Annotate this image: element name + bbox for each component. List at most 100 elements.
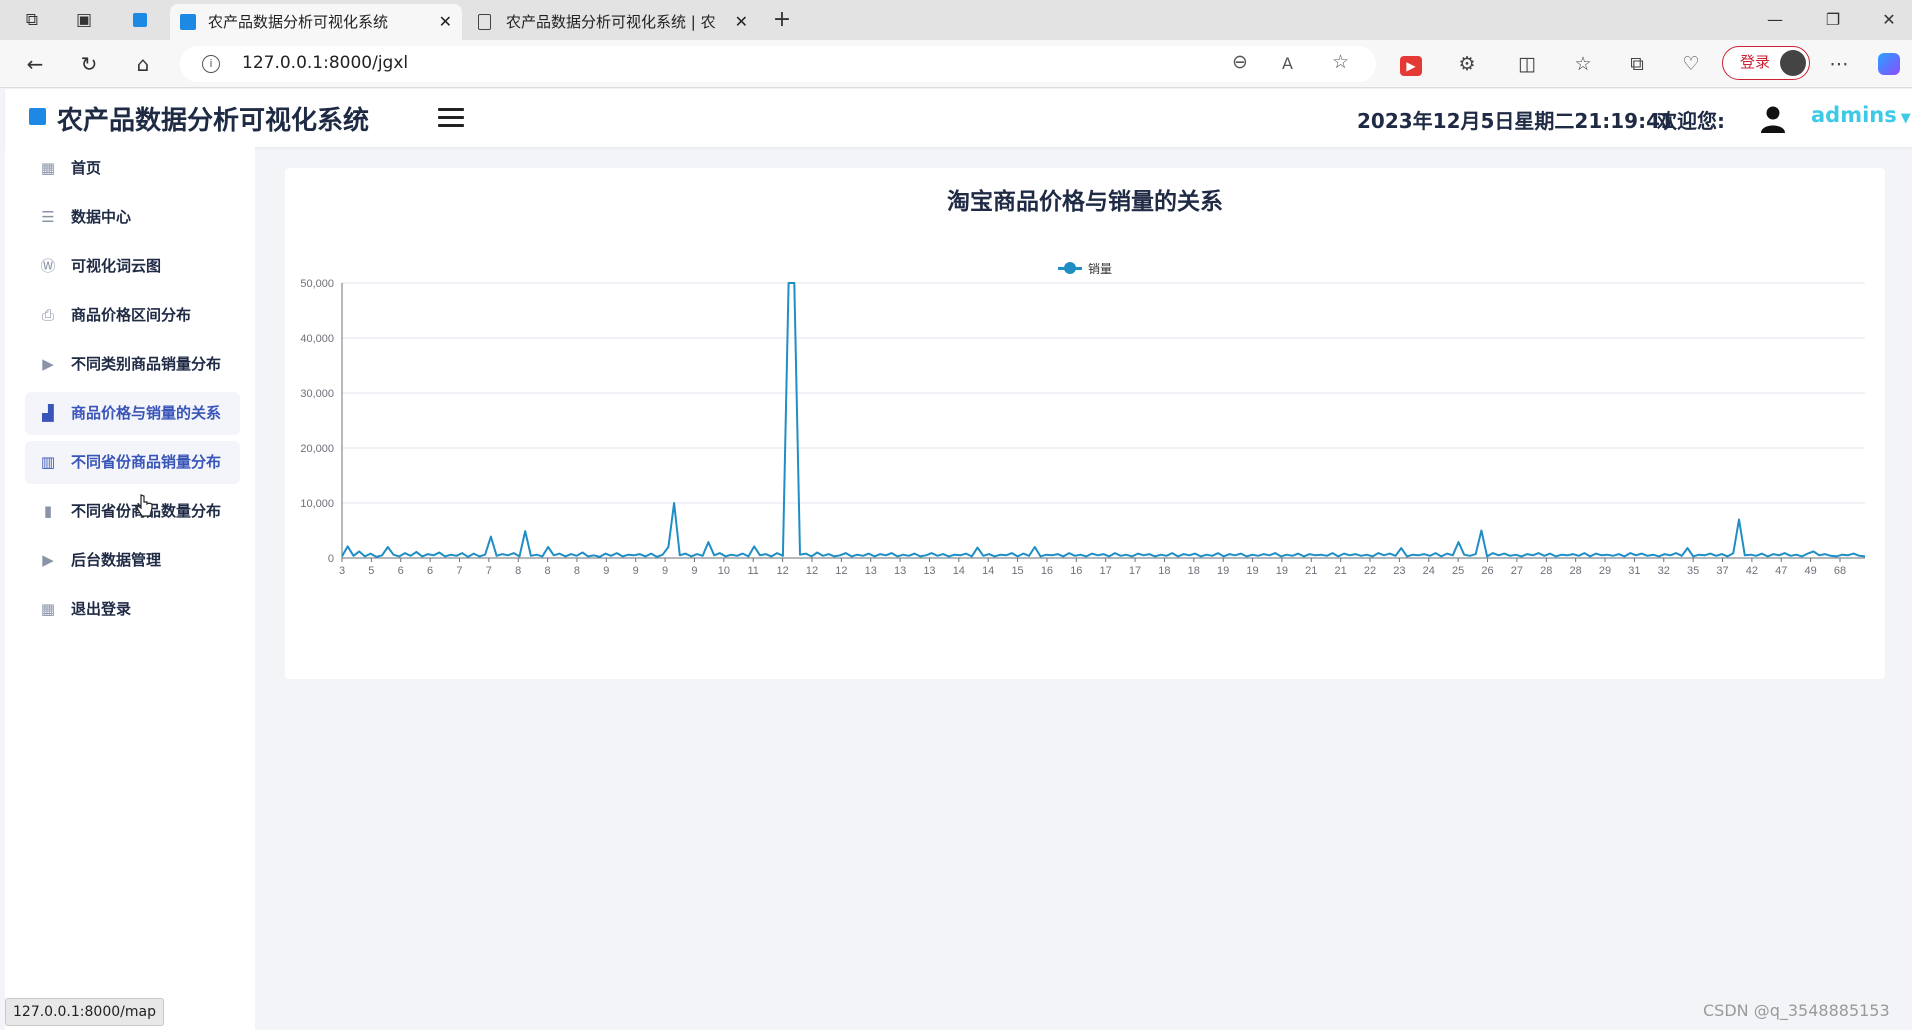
sidebar-item-data-center[interactable]: ☰ 数据中心 bbox=[25, 196, 240, 239]
site-info-icon[interactable]: i bbox=[202, 55, 220, 73]
x-tick-label: 35 bbox=[1687, 565, 1699, 577]
split-screen-icon[interactable]: ◫ bbox=[1512, 50, 1542, 78]
x-tick-label: 16 bbox=[1041, 565, 1053, 577]
x-tick-label: 7 bbox=[456, 565, 462, 577]
profile-avatar bbox=[1780, 50, 1806, 76]
sidebar-item-label: 退出登录 bbox=[71, 600, 132, 618]
x-tick-label: 29 bbox=[1599, 565, 1611, 577]
x-tick-label: 37 bbox=[1716, 565, 1728, 577]
series-line-sales[interactable] bbox=[341, 282, 1866, 558]
x-tick-label: 47 bbox=[1775, 565, 1787, 577]
sidebar-item-price-sales[interactable]: ▟ 商品价格与销量的关系 bbox=[25, 392, 240, 435]
x-tick-label: 5 bbox=[368, 565, 374, 577]
browser-tab[interactable]: 农产品数据分析可视化系统 | 农产 ✕ bbox=[468, 4, 758, 40]
x-tick-label: 18 bbox=[1188, 565, 1200, 577]
x-tick-label: 13 bbox=[923, 565, 935, 577]
watermark: CSDN @q_3548885153 bbox=[1703, 1001, 1890, 1020]
x-tick-label: 8 bbox=[545, 565, 551, 577]
extensions-icon[interactable]: ⚙ bbox=[1452, 50, 1482, 78]
x-tick-label: 21 bbox=[1305, 565, 1317, 577]
address-bar[interactable]: i 127.0.0.1:8000/jgxl ⊖ A ☆ bbox=[180, 46, 1376, 82]
url-text[interactable]: 127.0.0.1:8000/jgxl bbox=[242, 53, 408, 73]
brand-title[interactable]: 农产品数据分析可视化系统 bbox=[57, 100, 369, 137]
x-tick-label: 9 bbox=[603, 565, 609, 577]
pinned-tab-icon[interactable] bbox=[128, 8, 152, 32]
restore-icon[interactable]: ❐ bbox=[1810, 0, 1856, 40]
more-options-icon[interactable]: ⋯ bbox=[1824, 50, 1854, 78]
line-chart[interactable]: 010,00020,00030,00040,00050,0003 5 6 6 7 7 8 8 8… bbox=[285, 168, 1885, 679]
x-tick-label: 17 bbox=[1129, 565, 1141, 577]
x-tick-label: 31 bbox=[1628, 565, 1640, 577]
tab-title: 农产品数据分析可视化系统 | 农产 bbox=[506, 13, 716, 31]
map-icon: ▥ bbox=[40, 453, 56, 471]
refresh-icon[interactable]: ↻ bbox=[74, 50, 104, 78]
bar-chart-icon: ▟ bbox=[42, 404, 54, 422]
workspaces-icon[interactable]: ⧉ bbox=[20, 8, 44, 32]
x-tick-label: 6 bbox=[398, 565, 404, 577]
x-tick-label: 9 bbox=[691, 565, 697, 577]
sidebar-item-label: 不同省份商品销量分布 bbox=[71, 453, 222, 471]
caret-down-icon: ▼ bbox=[1900, 111, 1911, 126]
x-tick-label: 12 bbox=[835, 565, 847, 577]
sidebar-item-label: 商品价格区间分布 bbox=[71, 306, 192, 324]
new-tab-icon[interactable]: + bbox=[770, 8, 794, 32]
x-tick-label: 9 bbox=[662, 565, 668, 577]
x-tick-label: 28 bbox=[1570, 565, 1582, 577]
x-tick-label: 28 bbox=[1540, 565, 1552, 577]
sidebar-item-wordcloud[interactable]: Ⓦ 可视化词云图 bbox=[25, 245, 240, 288]
close-tab-icon[interactable]: ✕ bbox=[439, 4, 452, 40]
sidebar-item-price-range[interactable]: ⎙ 商品价格区间分布 bbox=[25, 294, 240, 337]
sidebar-item-home[interactable]: ▦ 首页 bbox=[25, 147, 240, 190]
sidebar-item-province-count[interactable]: ▮ 不同省份商品数量分布 bbox=[25, 490, 240, 533]
x-tick-label: 17 bbox=[1100, 565, 1112, 577]
login-button[interactable]: 登录 bbox=[1722, 46, 1810, 80]
sidebar-item-label: 商品价格与销量的关系 bbox=[71, 404, 222, 422]
favorite-star-icon[interactable]: ☆ bbox=[1332, 51, 1349, 73]
x-tick-label: 21 bbox=[1335, 565, 1347, 577]
username-dropdown[interactable]: admins ▼ bbox=[1811, 103, 1911, 127]
browser-tab-active[interactable]: 农产品数据分析可视化系统 ✕ bbox=[170, 4, 462, 40]
sidebar-item-admin[interactable]: ▶ 后台数据管理 bbox=[25, 539, 240, 582]
close-tab-icon[interactable]: ✕ bbox=[735, 4, 748, 40]
map-filled-icon: ▮ bbox=[43, 502, 53, 520]
hamburger-menu-icon[interactable] bbox=[438, 108, 464, 128]
read-aloud-icon[interactable]: A bbox=[1282, 54, 1293, 73]
sidebar-item-logout[interactable]: ▦ 退出登录 bbox=[25, 588, 240, 631]
sidebar-item-province-sales[interactable]: ▥ 不同省份商品销量分布 bbox=[25, 441, 240, 484]
grid-icon: ▦ bbox=[40, 600, 56, 618]
x-tick-label: 14 bbox=[982, 565, 994, 577]
x-tick-label: 26 bbox=[1481, 565, 1493, 577]
sidebar-item-label: 首页 bbox=[71, 159, 102, 177]
username-text: admins bbox=[1811, 103, 1897, 127]
minimize-icon[interactable]: — bbox=[1752, 0, 1798, 40]
window-close-icon[interactable]: ✕ bbox=[1866, 0, 1912, 40]
x-tick-label: 24 bbox=[1423, 565, 1435, 577]
play-icon: ▶ bbox=[42, 355, 54, 373]
x-tick-label: 13 bbox=[894, 565, 906, 577]
sidebar-item-label: 后台数据管理 bbox=[71, 551, 162, 569]
back-icon[interactable]: ← bbox=[20, 50, 50, 78]
video-extension-icon[interactable]: ▶ bbox=[1396, 50, 1426, 78]
tab-actions-icon[interactable]: ▣ bbox=[72, 8, 96, 32]
app-header: 农产品数据分析可视化系统 2023年12月5日星期二21:19:41 欢迎您: … bbox=[5, 89, 1912, 147]
x-tick-label: 11 bbox=[748, 565, 759, 577]
grid-icon: ▦ bbox=[40, 159, 56, 177]
favorites-icon[interactable]: ☆ bbox=[1568, 50, 1598, 78]
home-icon[interactable]: ⌂ bbox=[128, 50, 158, 78]
printer-icon: ⎙ bbox=[41, 306, 54, 324]
x-tick-label: 32 bbox=[1658, 565, 1670, 577]
sidebar-item-category-sales[interactable]: ▶ 不同类别商品销量分布 bbox=[25, 343, 240, 386]
x-tick-label: 6 bbox=[427, 565, 433, 577]
copilot-icon[interactable] bbox=[1874, 50, 1904, 78]
user-icon[interactable] bbox=[1758, 104, 1788, 134]
collections-icon[interactable]: ⧉ bbox=[1622, 50, 1652, 78]
document-icon bbox=[478, 14, 491, 30]
y-tick-label: 30,000 bbox=[300, 388, 334, 400]
zoom-icon[interactable]: ⊖ bbox=[1232, 51, 1248, 73]
x-tick-label: 12 bbox=[806, 565, 818, 577]
y-tick-label: 0 bbox=[328, 553, 334, 565]
x-tick-label: 19 bbox=[1246, 565, 1258, 577]
x-tick-label: 42 bbox=[1746, 565, 1758, 577]
browser-essentials-icon[interactable]: ♡ bbox=[1676, 50, 1706, 78]
x-tick-label: 19 bbox=[1276, 565, 1288, 577]
